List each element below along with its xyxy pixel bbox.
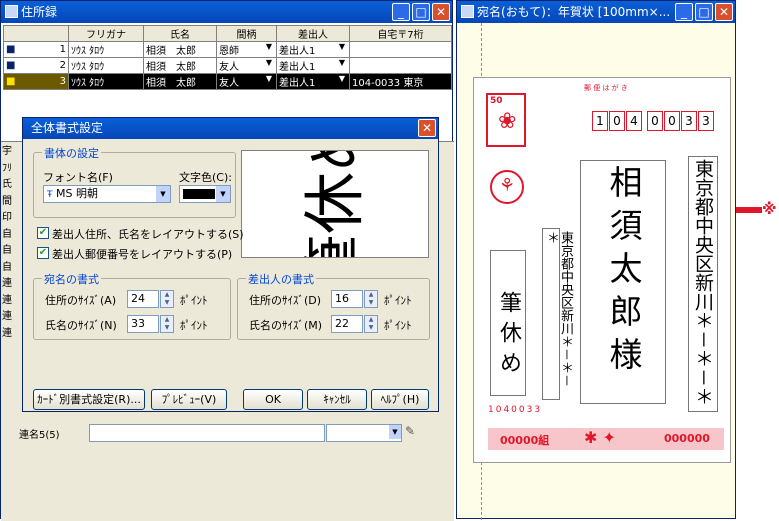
sender-zip: 1040033 (488, 405, 543, 415)
zip-digit: 0 (664, 111, 680, 131)
sender-addr-size-input[interactable]: 16 (331, 290, 363, 308)
destination-format-label: 宛名の書式 (42, 271, 101, 287)
layout-sender-zip-checkbox[interactable]: ✔ (37, 247, 49, 259)
address-book-titlebar: 住所録 _ □ ✕ (1, 1, 452, 23)
cancel-button[interactable]: ｷｬﾝｾﾙ (307, 389, 367, 410)
sender-addr-size-label: 住所のｻｲｽﾞ(D) (249, 294, 322, 307)
font-preview-box: 筆休め (241, 150, 429, 258)
zip-digit: 3 (698, 111, 714, 131)
chevron-down-icon[interactable]: ▼ (216, 186, 230, 202)
sender-format-label: 差出人の書式 (246, 271, 316, 287)
addr-size-spinner[interactable]: ▲ ▼ (160, 290, 174, 308)
annotation-mark: ※ (762, 200, 777, 218)
layout-sender-zip-label: 差出人郵便番号をレイアウトする(P) (52, 248, 233, 261)
preview-button[interactable]: ﾌﾟﾚﾋﾞｭｰ(V) (151, 389, 227, 410)
sender-addr-size-spinner[interactable]: ▲ ▼ (364, 290, 378, 308)
card-format-button[interactable]: ｶｰﾄﾞ別書式設定(R)... (33, 389, 145, 410)
help-button[interactable]: ﾍﾙﾌﾟ(H) (371, 389, 429, 410)
col-num (3, 25, 69, 42)
renmei5-label: 連名5(5) (19, 430, 60, 441)
text-color-select[interactable]: ▼ (179, 185, 231, 203)
sender-name-size-label: 氏名のｻｲｽﾞ(M) (249, 319, 323, 332)
maximize-button[interactable]: □ (412, 3, 430, 21)
recipient-address: 東京都中央区新川＊－＊－＊ (688, 156, 718, 412)
renmei5-input[interactable] (89, 424, 325, 442)
color-swatch (183, 189, 215, 199)
addr-size-unit: ﾎﾟｲﾝﾄ (180, 294, 208, 307)
address-preview-window: 宛名(おもて)：年賀状 [100mm×... _ □ ✕ 50 ❀ ⚘ 郵 便 … (456, 0, 736, 520)
lookup-icon[interactable]: ✎ (405, 424, 421, 440)
address-book-title: 住所録 (21, 5, 58, 19)
col-kana[interactable]: フリガナ (68, 25, 144, 42)
close-button[interactable]: ✕ (432, 3, 450, 21)
chevron-down-icon[interactable]: ▼ (156, 186, 170, 202)
name-size-unit: ﾎﾟｲﾝﾄ (180, 319, 208, 332)
minimize-button[interactable]: _ (675, 3, 693, 21)
postmark-icon: ⚘ (490, 170, 524, 204)
addr-size-input[interactable]: 24 (127, 290, 159, 308)
layout-sender-checkbox[interactable]: ✔ (37, 227, 49, 239)
col-rel[interactable]: 間柄 (216, 25, 277, 42)
font-name-select[interactable]: Ŧ MS 明朝 ▼ (43, 185, 171, 203)
text-color-label: 文字色(C): (179, 171, 232, 184)
zip-digit: 0 (609, 111, 625, 131)
lottery-right: 000000 (664, 432, 710, 445)
font-icon: Ŧ (47, 190, 53, 200)
sender-addr-size-unit: ﾎﾟｲﾝﾄ (384, 294, 412, 307)
col-name[interactable]: 氏名 (143, 25, 217, 42)
address-table: フリガナ 氏名 間柄 差出人 自宅〒7桁 ■ 1 ｿｳｽ ﾀﾛｳ 相須 太郎 恩師… (3, 25, 452, 90)
col-zip[interactable]: 自宅〒7桁 (349, 25, 452, 42)
stamp-design-icon: ❀ (498, 109, 517, 134)
table-row[interactable]: ■ 1 ｿｳｽ ﾀﾛｳ 相須 太郎 恩師 ▼ 差出人1 ▼ (3, 41, 452, 58)
close-button[interactable]: ✕ (715, 3, 733, 21)
font-name-label: フォント名(F) (43, 171, 113, 184)
stamp-value: 50 (490, 96, 503, 106)
zip-digit: 0 (647, 111, 663, 131)
table-row-selected[interactable]: ■ 3 ｿｳｽ ﾀﾛｳ 相須 太郎 友人 ▼ 差出人1 ▼ 104-0033 東京 (3, 73, 452, 90)
zip-digit: 1 (592, 111, 608, 131)
postcard-label: 郵 便 は が き (584, 84, 628, 92)
postcard: 50 ❀ ⚘ 郵 便 は が き 1 0 4 0 0 3 3 東京都中央区新川＊… (473, 77, 731, 463)
sender-name-size-spinner[interactable]: ▲ ▼ (364, 315, 378, 333)
stamp: 50 ❀ (486, 93, 526, 147)
table-row[interactable]: ■ 2 ｿｳｽ ﾀﾛｳ 相須 太郎 友人 ▼ 差出人1 ▼ (3, 57, 452, 74)
preview-title: 宛名(おもて)：年賀状 [100mm×... (477, 5, 671, 19)
side-labels: 宇 ﾌﾘ 氏 間 印 自 自 自 連 連 連 連 (2, 146, 12, 339)
lottery-band: 00000組 ✱ ✦ 000000 (488, 428, 724, 450)
dialog-titlebar: 全体書式設定 ✕ (23, 118, 438, 139)
format-dialog: 全体書式設定 ✕ 書体の設定 フォント名(F) Ŧ MS 明朝 ▼ 文字色(C)… (22, 117, 439, 412)
name-size-input[interactable]: 33 (127, 315, 159, 333)
sender-name: 筆休め (490, 250, 526, 396)
preview-titlebar: 宛名(おもて)：年賀状 [100mm×... _ □ ✕ (457, 1, 735, 23)
app-icon (5, 5, 18, 18)
layout-sender-label: 差出人住所、氏名をレイアウトする(S) (52, 228, 244, 241)
addr-size-label: 住所のｻｲｽﾞ(A) (45, 294, 117, 307)
sender-name-size-input[interactable]: 22 (331, 315, 363, 333)
renmei5-select[interactable]: ▼ (326, 424, 402, 442)
app-icon (461, 5, 474, 18)
col-sender[interactable]: 差出人 (276, 25, 350, 42)
recipient-name: 相須太郎様 (580, 160, 666, 404)
zip-digit: 3 (681, 111, 697, 131)
ok-button[interactable]: OK (243, 389, 303, 410)
name-size-spinner[interactable]: ▲ ▼ (160, 315, 174, 333)
sender-name-size-unit: ﾎﾟｲﾝﾄ (384, 319, 412, 332)
sender-address: 東京都中央区新川＊－＊－＊ (542, 228, 573, 400)
lottery-left: 00000組 (500, 434, 550, 447)
lottery-emblem-icon: ✱ ✦ (584, 428, 616, 447)
name-size-label: 氏名のｻｲｽﾞ(N) (45, 319, 117, 332)
maximize-button[interactable]: □ (695, 3, 713, 21)
font-group-label: 書体の設定 (42, 145, 101, 161)
dialog-close-button[interactable]: ✕ (418, 119, 436, 137)
font-preview-text: 筆休め (298, 150, 371, 258)
zip-digit: 4 (626, 111, 642, 131)
annotation-bar (736, 207, 762, 213)
dialog-title: 全体書式設定 (31, 121, 104, 135)
minimize-button[interactable]: _ (392, 3, 410, 21)
